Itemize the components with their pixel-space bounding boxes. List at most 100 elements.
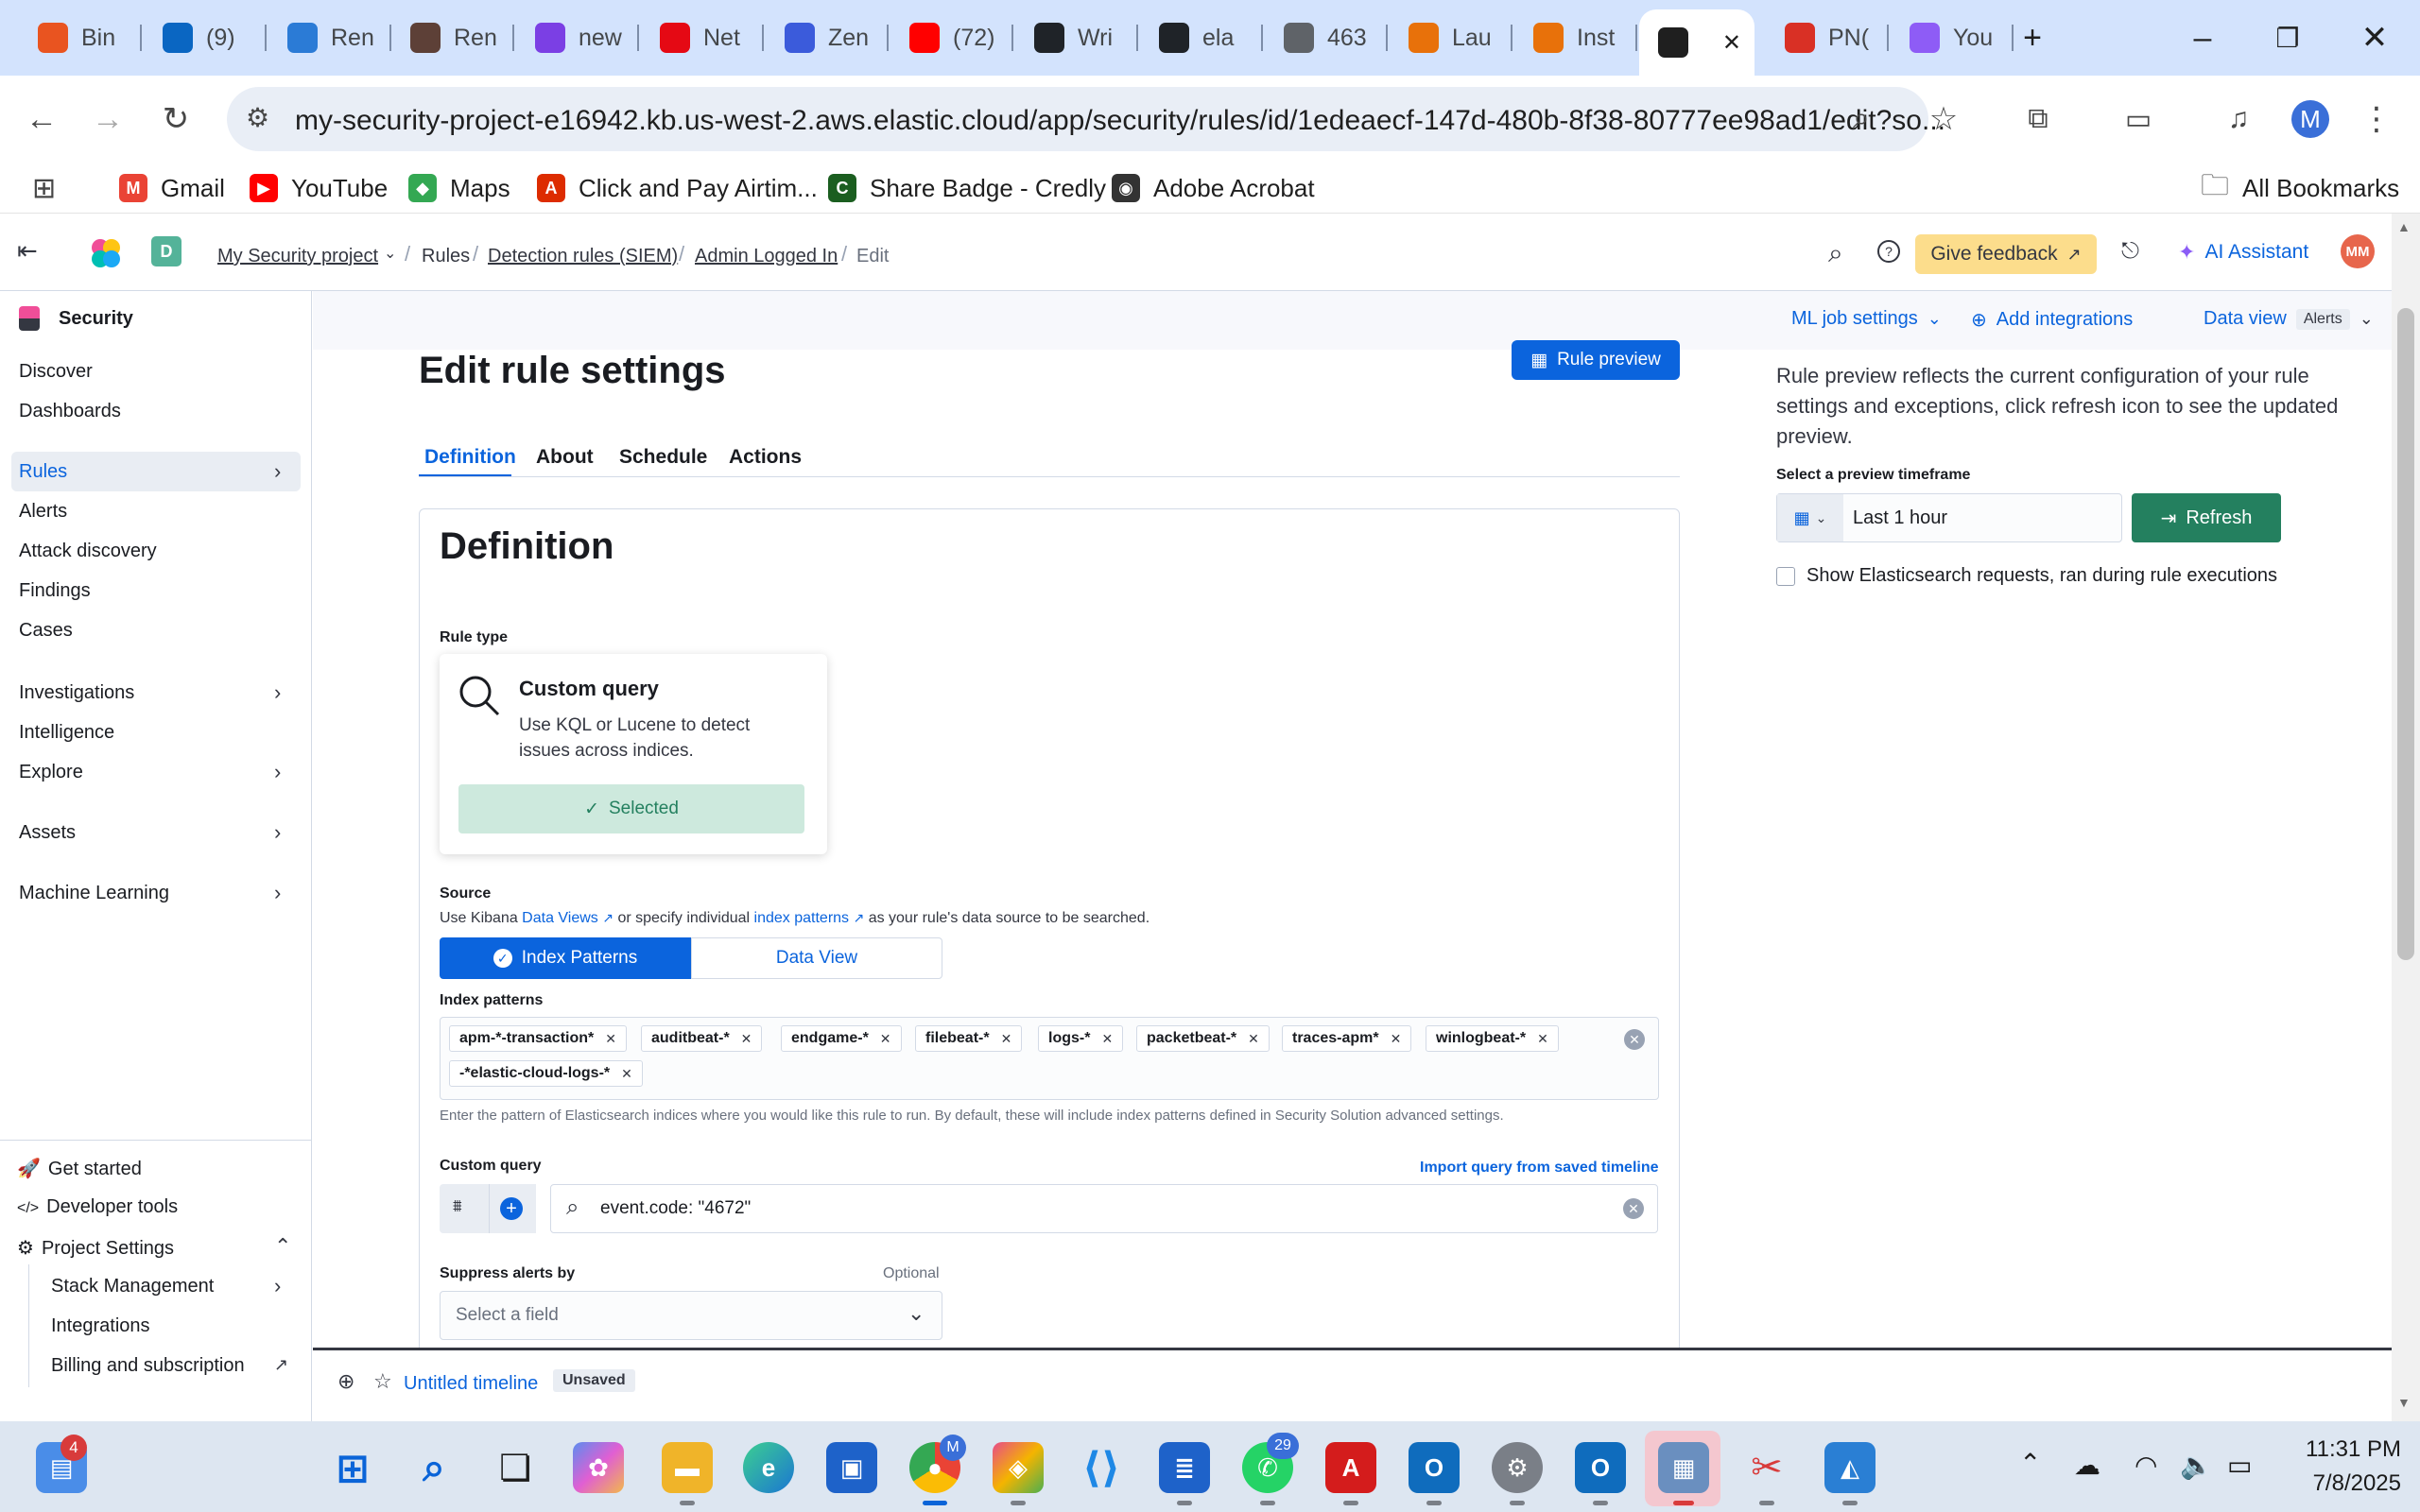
nav-item-rules[interactable]: Rules xyxy=(19,461,67,483)
add-filter-icon[interactable]: + xyxy=(500,1197,523,1220)
browser-tab[interactable]: Ren xyxy=(391,13,514,62)
site-info-icon[interactable]: ⚙ xyxy=(246,102,269,133)
index-pattern-pill[interactable]: filebeat-* ✕ xyxy=(915,1025,1023,1052)
copilot-icon[interactable]: ✿ xyxy=(573,1442,624,1493)
browser-tab[interactable]: Inst xyxy=(1514,13,1637,62)
refresh-button[interactable]: ⇥ Refresh xyxy=(2132,493,2281,542)
page-scrollbar[interactable]: ▲ ▼ xyxy=(2392,214,2420,1421)
remove-pattern-icon[interactable]: ✕ xyxy=(741,1031,752,1047)
index-pattern-pill[interactable]: winlogbeat-* ✕ xyxy=(1426,1025,1559,1052)
chevron-right-icon[interactable]: › xyxy=(274,1274,281,1298)
onedrive-icon[interactable]: ☁ xyxy=(2074,1450,2100,1481)
browser-tab[interactable]: ✕ xyxy=(1639,9,1754,76)
scroll-down-icon[interactable]: ▼ xyxy=(2397,1395,2411,1410)
import-query-link[interactable]: Import query from saved timeline xyxy=(1420,1160,1659,1177)
bookmark-item[interactable]: ◆ Maps xyxy=(408,170,510,206)
chevron-up-icon[interactable]: ⌃ xyxy=(2019,1448,2041,1479)
rule-preview-button[interactable]: ▦ Rule preview xyxy=(1512,340,1680,380)
add-timeline-icon[interactable]: ⊕ xyxy=(337,1369,354,1394)
scrollbar-thumb[interactable] xyxy=(2397,308,2414,960)
scroll-up-icon[interactable]: ▲ xyxy=(2397,219,2411,234)
nav-item-project-settings[interactable]: ⚙ Project Settings xyxy=(17,1236,174,1260)
breadcrumb-rule-name[interactable]: Admin Logged In xyxy=(695,246,838,267)
browser-tab[interactable]: Ren xyxy=(268,13,391,62)
nav-item-cases[interactable]: Cases xyxy=(19,620,73,642)
chevron-right-icon[interactable]: › xyxy=(274,680,281,705)
address-bar[interactable]: ⚙ my-security-project-e16942.kb.us-west-… xyxy=(227,87,1945,151)
nav-item-developer-tools[interactable]: </> Developer tools xyxy=(17,1196,178,1218)
chevron-right-icon[interactable]: › xyxy=(274,459,281,484)
snipping-icon[interactable]: ◈ xyxy=(993,1442,1044,1493)
back-icon[interactable]: ← xyxy=(15,93,68,146)
index-pattern-pill[interactable]: apm-*-transaction* ✕ xyxy=(449,1025,627,1052)
bookmark-star-icon[interactable]: ☆ xyxy=(1917,93,1970,146)
tab-close-icon[interactable]: ✕ xyxy=(1722,29,1741,57)
bookmark-item[interactable]: C Share Badge - Credly xyxy=(828,170,1106,206)
file-explorer-icon[interactable]: ▬ xyxy=(662,1442,713,1493)
wifi-icon[interactable]: ◠ xyxy=(2135,1450,2157,1481)
nav-item-integrations[interactable]: Integrations xyxy=(51,1315,150,1337)
browser-tab[interactable]: Wri xyxy=(1015,13,1138,62)
help-icon[interactable]: ? xyxy=(1877,240,1900,263)
clock-time[interactable]: 11:31 PM xyxy=(2290,1436,2401,1463)
media-control-icon[interactable]: ♫ xyxy=(2212,93,2265,146)
clear-icon[interactable]: ✕ xyxy=(1624,1029,1645,1050)
index-pattern-pill[interactable]: traces-apm* ✕ xyxy=(1282,1025,1412,1052)
share-icon[interactable]: ⎋ xyxy=(2121,238,2139,265)
edge-icon[interactable]: e xyxy=(743,1442,794,1493)
breadcrumb-rules[interactable]: Rules xyxy=(422,246,470,267)
bookmark-item[interactable]: ▶ YouTube xyxy=(250,170,388,206)
calendar-icon[interactable]: ▦ ⌄ xyxy=(1777,494,1843,541)
reading-mode-icon[interactable]: ▭ xyxy=(2112,93,2165,146)
tab-schedule[interactable]: Schedule xyxy=(619,446,707,469)
chevron-up-icon[interactable]: ⌃ xyxy=(274,1234,291,1259)
timeline-title[interactable]: Untitled timeline xyxy=(404,1373,538,1395)
chrome-menu-icon[interactable]: ⋮ xyxy=(2350,93,2403,146)
browser-tab[interactable]: Lau xyxy=(1390,13,1512,62)
ml-job-settings-button[interactable]: ML job settings ⌄ xyxy=(1791,308,1942,330)
show-requests-checkbox[interactable] xyxy=(1776,567,1795,586)
battery-icon[interactable]: ▭ xyxy=(2227,1450,2252,1481)
acrobat-icon[interactable]: A xyxy=(1325,1442,1376,1493)
nav-item-alerts[interactable]: Alerts xyxy=(19,501,67,523)
browser-tab[interactable]: Net xyxy=(641,13,764,62)
chevron-right-icon[interactable]: › xyxy=(274,760,281,784)
index-pattern-pill[interactable]: logs-* ✕ xyxy=(1038,1025,1124,1052)
maximize-button[interactable]: ❐ xyxy=(2263,13,2312,62)
browser-tab[interactable]: You xyxy=(1891,13,2014,62)
remove-pattern-icon[interactable]: ✕ xyxy=(1001,1031,1012,1047)
give-feedback-button[interactable]: Give feedback ↗ xyxy=(1915,234,2097,274)
remove-pattern-icon[interactable]: ✕ xyxy=(880,1031,891,1047)
nav-item-discover[interactable]: Discover xyxy=(19,361,93,383)
window-close-button[interactable]: ✕ xyxy=(2350,13,2399,62)
data-views-link[interactable]: Data Views xyxy=(522,910,598,926)
tab-actions[interactable]: Actions xyxy=(729,446,802,469)
bookmark-item[interactable]: M Gmail xyxy=(119,170,225,206)
snip-tool-icon[interactable]: ✂ xyxy=(1741,1442,1792,1493)
data-view-picker[interactable]: Data view Alerts ⌄ xyxy=(2204,308,2374,330)
nav-item-findings[interactable]: Findings xyxy=(19,580,91,602)
space-avatar[interactable]: D xyxy=(151,236,182,266)
nav-item-stack-management[interactable]: Stack Management xyxy=(51,1276,214,1297)
bookmark-item[interactable]: A Click and Pay Airtim... xyxy=(537,170,818,206)
nav-item-machine-learning[interactable]: Machine Learning xyxy=(19,883,169,904)
tab-about[interactable]: About xyxy=(536,446,594,469)
apps-grid-icon[interactable]: ⊞ xyxy=(32,172,56,205)
collapse-nav-icon[interactable]: ⇤ xyxy=(17,236,38,266)
notepad-icon[interactable]: ≣ xyxy=(1159,1442,1210,1493)
nav-item-get-started[interactable]: 🚀 Get started xyxy=(17,1157,142,1180)
remove-pattern-icon[interactable]: ✕ xyxy=(1537,1031,1548,1047)
vscode-icon[interactable]: ⟨⟩ xyxy=(1076,1442,1127,1493)
browser-tab[interactable]: (72) xyxy=(890,13,1013,62)
reload-icon[interactable]: ↻ xyxy=(149,93,202,146)
index-pattern-pill[interactable]: endgame-* ✕ xyxy=(781,1025,902,1052)
data-view-toggle[interactable]: Data View xyxy=(691,937,942,979)
breadcrumb-detection-rules[interactable]: Detection rules (SIEM) xyxy=(488,246,678,267)
volume-icon[interactable]: 🔈 xyxy=(2180,1450,2213,1481)
extensions-icon[interactable]: ⧉ xyxy=(2012,93,2065,146)
suppress-field-select[interactable]: Select a field ⌄ xyxy=(440,1291,942,1340)
bookmark-item[interactable]: ◉ Adobe Acrobat xyxy=(1112,170,1315,206)
index-pattern-pill[interactable]: auditbeat-* ✕ xyxy=(641,1025,763,1052)
external-link-icon[interactable]: ↗ xyxy=(274,1355,288,1375)
windows-start-icon[interactable]: ⊞ xyxy=(327,1442,378,1493)
